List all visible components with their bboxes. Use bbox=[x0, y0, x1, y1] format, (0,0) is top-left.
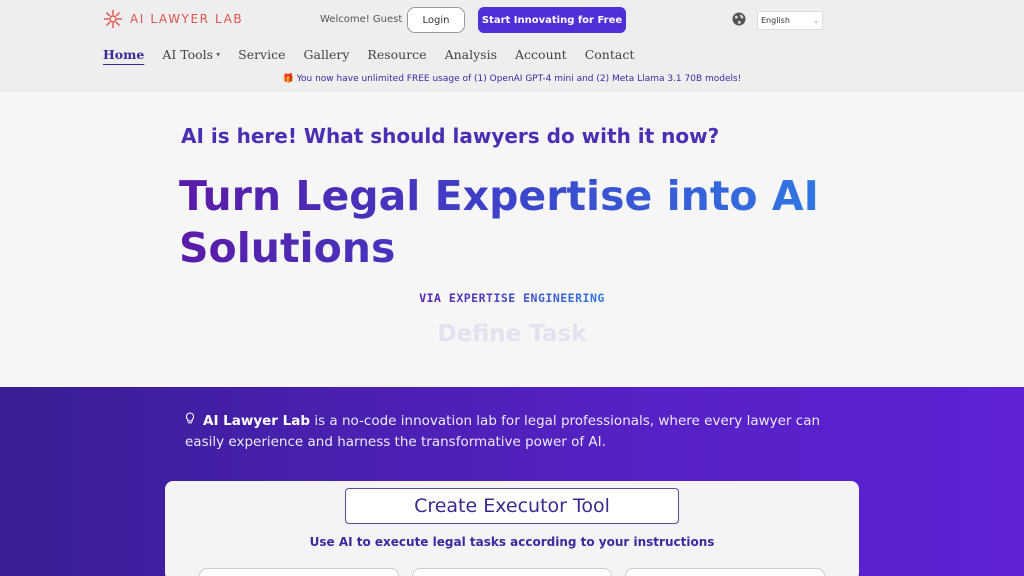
start-innovating-button[interactable]: Start Innovating for Free bbox=[478, 7, 626, 33]
nav-item-label: Resource bbox=[367, 47, 427, 62]
logo-icon bbox=[104, 10, 122, 28]
tool-card: Create Executor Tool Use AI to execute l… bbox=[165, 481, 859, 576]
logo[interactable]: AI LAWYER LAB bbox=[103, 9, 243, 29]
nav-item-account[interactable]: Account bbox=[515, 47, 567, 62]
nav-item-label: Analysis bbox=[444, 47, 498, 62]
nav-item-resource[interactable]: Resource bbox=[367, 47, 426, 62]
tool-card-description: Use AI to execute legal tasks according … bbox=[309, 535, 715, 549]
nav-item-label: Account bbox=[515, 47, 567, 62]
hero-headline: Turn Legal Expertise into AI Solutions bbox=[179, 170, 859, 274]
nav-item-contact[interactable]: Contact bbox=[585, 47, 635, 62]
tool-option-card[interactable] bbox=[412, 568, 612, 576]
nav-item-label: Service bbox=[238, 47, 286, 62]
intro-text: AI Lawyer Lab is a no-code innovation la… bbox=[185, 411, 835, 452]
nav-item-label: Home bbox=[103, 47, 145, 62]
chevron-down-icon: ⌄ bbox=[813, 16, 819, 25]
logo-text: AI LAWYER LAB bbox=[130, 12, 244, 26]
nav-item-home[interactable]: Home bbox=[103, 47, 144, 62]
rotating-text: Define Task bbox=[437, 321, 587, 347]
language-select[interactable]: English ⌄ bbox=[757, 11, 823, 30]
create-executor-tool-button[interactable]: Create Executor Tool bbox=[345, 488, 679, 524]
lightbulb-icon bbox=[185, 412, 197, 432]
globe-icon bbox=[732, 12, 746, 26]
login-button[interactable]: Login bbox=[407, 7, 465, 33]
welcome-text: Welcome! Guest bbox=[320, 14, 403, 25]
hero-section: AI is here! What should lawyers do with … bbox=[0, 92, 1024, 387]
nav-item-analysis[interactable]: Analysis bbox=[445, 47, 497, 62]
nav-item-service[interactable]: Service bbox=[238, 47, 285, 62]
tool-option-card[interactable] bbox=[625, 568, 825, 576]
site-header: AI LAWYER LAB Welcome! Guest Login Start… bbox=[0, 0, 1024, 92]
intro-section: AI Lawyer Lab is a no-code innovation la… bbox=[0, 387, 1024, 576]
chevron-down-icon: ▾ bbox=[216, 50, 221, 59]
nav-item-label: AI Tools bbox=[162, 47, 214, 62]
nav-item-label: Contact bbox=[584, 47, 635, 62]
main-nav: Home AI Tools ▾ Service Gallery Resource … bbox=[103, 47, 652, 62]
language-select-value: English bbox=[761, 16, 790, 25]
nav-item-gallery[interactable]: Gallery bbox=[304, 47, 350, 62]
nav-item-ai-tools[interactable]: AI Tools ▾ bbox=[162, 47, 220, 62]
tool-option-card[interactable] bbox=[199, 568, 399, 576]
hero-tagline: VIA EXPERTISE ENGINEERING bbox=[0, 291, 1024, 305]
hero-subtitle: AI is here! What should lawyers do with … bbox=[181, 124, 720, 148]
nav-item-label: Gallery bbox=[303, 47, 350, 62]
promo-banner: 🎁 You now have unlimited FREE usage of (… bbox=[282, 74, 742, 84]
intro-brand: AI Lawyer Lab bbox=[203, 413, 311, 429]
